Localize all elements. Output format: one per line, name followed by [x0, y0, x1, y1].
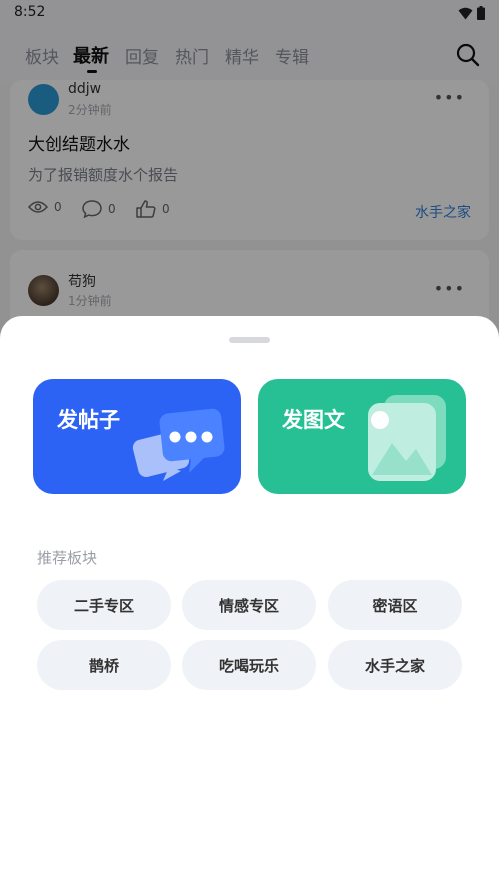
new-image-post-button[interactable]: 发图文: [258, 379, 466, 494]
recommended-boards-title: 推荐板块: [37, 549, 98, 567]
chat-bubbles-icon: [132, 408, 225, 481]
board-chip-secrets[interactable]: 密语区: [328, 580, 462, 630]
board-chip-magpie-bridge[interactable]: 鹊桥: [37, 640, 171, 690]
board-chip-emotions[interactable]: 情感专区: [182, 580, 316, 630]
image-icon: [368, 395, 446, 481]
new-image-post-label: 发图文: [282, 408, 345, 432]
board-chip-sailors-home[interactable]: 水手之家: [328, 640, 462, 690]
board-chip-second-hand[interactable]: 二手专区: [37, 580, 171, 630]
sheet-drag-handle[interactable]: [229, 337, 270, 343]
new-post-button[interactable]: 发帖子: [33, 379, 241, 494]
board-chip-food-fun[interactable]: 吃喝玩乐: [182, 640, 316, 690]
new-post-label: 发帖子: [57, 408, 120, 432]
create-post-sheet: 发帖子 发图文 推荐板块 二手专区 情感专区 密语区 鹊桥 吃喝玩乐 水手之家: [0, 316, 499, 888]
